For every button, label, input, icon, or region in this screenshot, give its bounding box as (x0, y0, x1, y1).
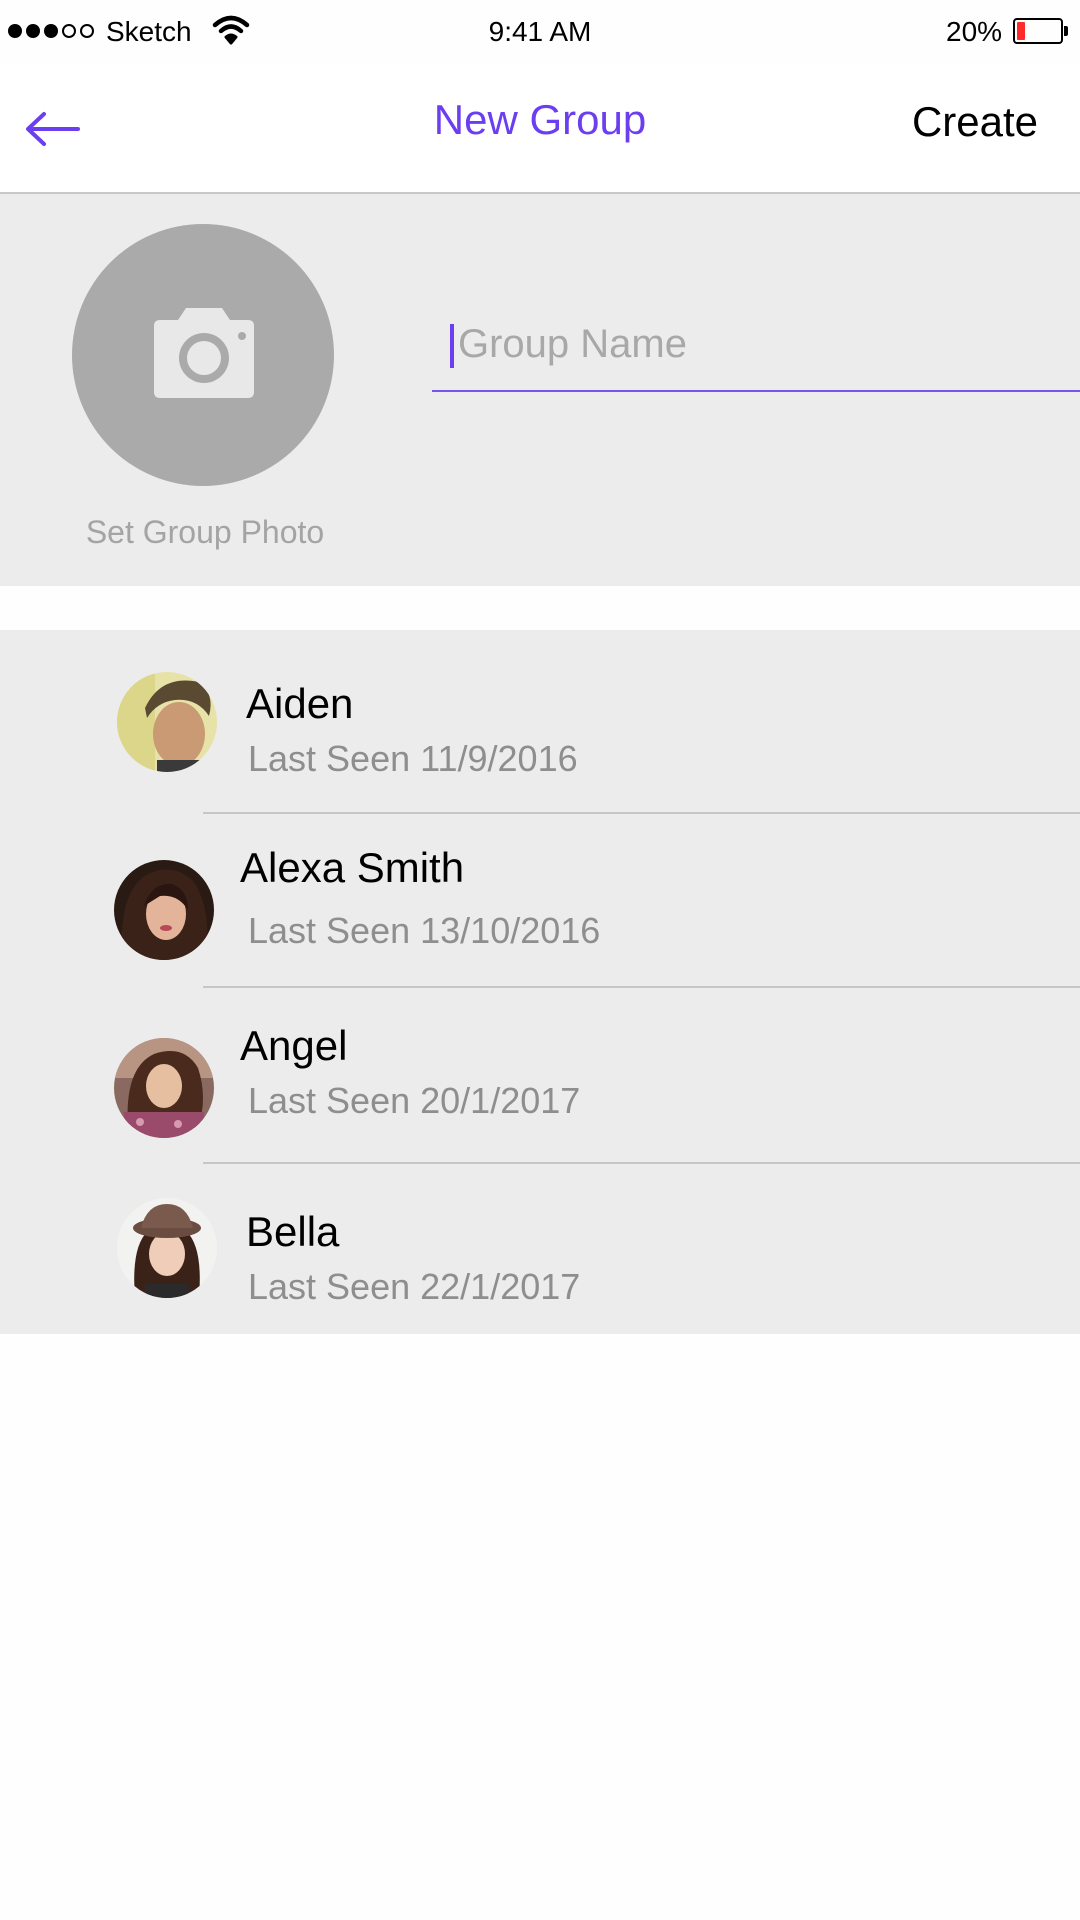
contact-row-alexa-smith[interactable]: Alexa Smith Last Seen 13/10/2016 (0, 814, 1080, 988)
contact-last-seen: Last Seen 13/10/2016 (248, 910, 601, 951)
battery-percentage: 20% (946, 16, 1003, 47)
set-group-photo-label: Set Group Photo (85, 514, 325, 550)
status-bar: Sketch 9:41 AM 20% (0, 0, 1080, 64)
navigation-bar: New Group Create (0, 64, 1080, 194)
contact-last-seen: Last Seen 20/1/2017 (248, 1080, 581, 1121)
battery-terminal (1064, 26, 1068, 36)
contacts-list: Aiden Last Seen 11/9/2016 Alexa Smith La… (0, 630, 1080, 1334)
avatar-angel-image (114, 1038, 214, 1138)
contact-row-bella[interactable]: Bella Last Seen 22/1/2017 (0, 1164, 1080, 1334)
contact-name: Aiden (246, 680, 354, 727)
contact-row-aiden[interactable]: Aiden Last Seen 11/9/2016 (0, 630, 1080, 814)
camera-icon (154, 308, 254, 398)
avatar-alexa-smith-image (114, 860, 214, 960)
avatar-bella (117, 1198, 217, 1298)
avatar-aiden (117, 672, 217, 772)
battery-level-fill (1017, 22, 1025, 40)
avatar-bella-image (117, 1198, 217, 1298)
group-name-input[interactable] (458, 314, 1058, 374)
avatar-angel (114, 1038, 214, 1138)
text-cursor (450, 324, 454, 368)
avatar-alexa-smith (114, 860, 214, 960)
create-button[interactable]: Create (912, 98, 1038, 146)
contact-last-seen: Last Seen 11/9/2016 (248, 738, 578, 779)
set-group-photo-button[interactable] (72, 224, 334, 486)
contact-name: Alexa Smith (240, 844, 465, 891)
contact-row-angel[interactable]: Angel Last Seen 20/1/2017 (0, 988, 1080, 1164)
contact-name: Bella (246, 1208, 340, 1255)
battery-icon (1013, 18, 1063, 44)
group-info-panel: Set Group Photo (0, 194, 1080, 586)
clock: 9:41 AM (488, 16, 592, 47)
avatar-aiden-image (117, 672, 217, 772)
contact-name: Angel (240, 1022, 348, 1069)
group-name-field (432, 292, 1080, 392)
contact-last-seen: Last Seen 22/1/2017 (248, 1266, 581, 1307)
